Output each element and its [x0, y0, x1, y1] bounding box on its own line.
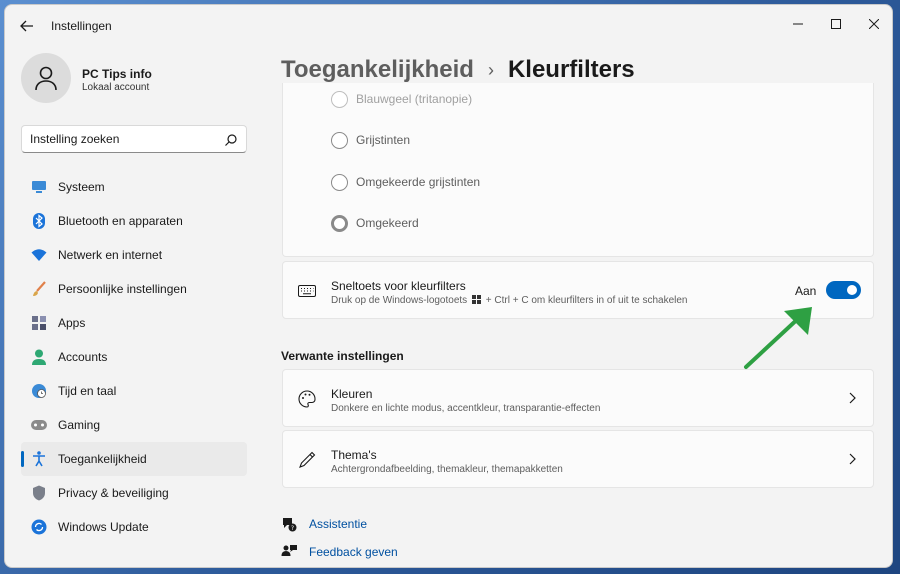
- minimize-icon: [793, 23, 803, 25]
- back-arrow-icon: [20, 20, 33, 32]
- related-item-title: Kleuren: [331, 387, 373, 401]
- close-button[interactable]: [857, 11, 891, 37]
- chevron-right-icon: [849, 453, 856, 465]
- related-item-title: Thema's: [331, 448, 377, 462]
- sidebar-item-apps[interactable]: Apps: [21, 306, 247, 340]
- update-icon: [31, 519, 47, 535]
- help-chat-icon: ?: [281, 516, 297, 532]
- sidebar-item-toegankelijkheid[interactable]: Toegankelijkheid: [21, 442, 247, 476]
- help-link-label: Assistentie: [309, 517, 368, 531]
- back-button[interactable]: [17, 16, 37, 36]
- sidebar-item-label: Toegankelijkheid: [58, 452, 147, 466]
- maximize-icon: [831, 19, 841, 29]
- sidebar-item-accounts[interactable]: Accounts: [21, 340, 247, 374]
- color-filter-options-card: Blauwgeel (tritanopie) Grijstinten Omgek…: [282, 83, 874, 257]
- feedback-link[interactable]: Feedback geven: [281, 542, 398, 562]
- close-icon: [869, 19, 879, 29]
- pen-icon: [297, 450, 317, 470]
- feedback-link-label: Feedback geven: [309, 545, 398, 559]
- sidebar-nav: Systeem Bluetooth en apparaten Netwerk e…: [21, 170, 247, 544]
- sidebar-item-tijd[interactable]: Tijd en taal: [21, 374, 247, 408]
- sidebar-item-label: Accounts: [58, 350, 108, 364]
- radio-option-omgekeerd[interactable]: Omgekeerd: [331, 213, 419, 233]
- related-item-themas[interactable]: Thema's Achtergrondafbeelding, themakleu…: [282, 430, 874, 488]
- wifi-icon: [31, 247, 47, 263]
- keyboard-icon: [297, 281, 317, 301]
- sidebar-item-bluetooth[interactable]: Bluetooth en apparaten: [21, 204, 247, 238]
- shortcut-description: Druk op de Windows-logotoets + Ctrl + C …: [331, 295, 688, 306]
- shortcut-desc-part2: + Ctrl + C om kleurfilters in of uit te …: [485, 295, 688, 306]
- sidebar-item-label: Windows Update: [58, 520, 149, 534]
- profile-account-type: Lokaal account: [82, 82, 150, 93]
- sidebar-item-label: Gaming: [58, 418, 101, 432]
- search-box[interactable]: [21, 125, 247, 153]
- shield-icon: [31, 485, 47, 501]
- radio-label: Omgekeerde grijstinten: [356, 175, 481, 189]
- search-input[interactable]: [30, 132, 220, 146]
- maximize-button[interactable]: [819, 11, 853, 37]
- breadcrumb: Toegankelijkheid › Kleurfilters: [281, 53, 635, 87]
- radio-option-omgekeerde-grijstinten[interactable]: Omgekeerde grijstinten: [331, 172, 480, 192]
- sidebar-item-privacy[interactable]: Privacy & beveiliging: [21, 476, 247, 510]
- app-title: Instellingen: [51, 19, 112, 33]
- brush-icon: [31, 281, 47, 297]
- radio-option-grijstinten[interactable]: Grijstinten: [331, 130, 410, 150]
- radio-label: Blauwgeel (tritanopie): [356, 92, 473, 106]
- radio-option-tritanopia[interactable]: Blauwgeel (tritanopie): [331, 89, 472, 109]
- globe-clock-icon: [31, 383, 47, 399]
- person-icon: [31, 349, 47, 365]
- toggle-state-label: Aan: [795, 284, 817, 298]
- shortcut-toggle[interactable]: [826, 281, 861, 299]
- sidebar-item-gaming[interactable]: Gaming: [21, 408, 247, 442]
- settings-window: Instellingen PC Tips info Lokaal account: [4, 4, 893, 568]
- sidebar-item-netwerk[interactable]: Netwerk en internet: [21, 238, 247, 272]
- sidebar-item-label: Bluetooth en apparaten: [58, 214, 183, 228]
- breadcrumb-parent[interactable]: Toegankelijkheid: [281, 56, 474, 84]
- monitor-icon: [31, 179, 47, 195]
- sidebar-item-windows-update[interactable]: Windows Update: [21, 510, 247, 544]
- windows-logo-icon: [471, 295, 481, 304]
- page-title: Kleurfilters: [507, 56, 635, 83]
- radio-button[interactable]: [331, 131, 348, 149]
- bluetooth-icon: [31, 213, 47, 229]
- minimize-button[interactable]: [781, 11, 815, 37]
- related-item-description: Donkere en lichte modus, accentkleur, tr…: [331, 403, 601, 414]
- user-icon: [35, 66, 57, 91]
- palette-icon: [297, 389, 317, 409]
- help-link[interactable]: ? Assistentie: [281, 514, 367, 534]
- sidebar-item-label: Tijd en taal: [58, 384, 117, 398]
- radio-button[interactable]: [331, 90, 348, 108]
- sidebar-item-persoonlijk[interactable]: Persoonlijke instellingen: [21, 272, 247, 306]
- avatar[interactable]: [21, 53, 71, 103]
- sidebar-item-label: Systeem: [58, 180, 105, 194]
- gamepad-icon: [31, 417, 47, 433]
- radio-label: Omgekeerd: [356, 216, 419, 230]
- related-item-description: Achtergrondafbeelding, themakleur, thema…: [331, 464, 563, 475]
- sidebar-item-label: Privacy & beveiliging: [58, 486, 169, 500]
- chevron-right-icon: [849, 392, 856, 404]
- search-icon[interactable]: [224, 133, 238, 147]
- related-settings-heading: Verwante instellingen: [281, 349, 404, 363]
- radio-button-selected[interactable]: [331, 214, 348, 232]
- radio-button[interactable]: [331, 173, 348, 191]
- radio-label: Grijstinten: [356, 133, 411, 147]
- sidebar-item-systeem[interactable]: Systeem: [21, 170, 247, 204]
- title-bar: Instellingen: [5, 5, 892, 45]
- toggle-knob: [847, 285, 857, 295]
- annotation-arrow-icon: [744, 307, 812, 369]
- apps-icon: [31, 315, 47, 331]
- sidebar-item-label: Netwerk en internet: [58, 248, 163, 262]
- breadcrumb-separator: ›: [487, 59, 494, 80]
- profile-name: PC Tips info: [82, 67, 152, 81]
- shortcut-title: Sneltoets voor kleurfilters: [331, 279, 466, 293]
- sidebar-item-label: Persoonlijke instellingen: [58, 282, 187, 296]
- feedback-icon: [281, 544, 297, 560]
- accessibility-icon: [31, 451, 47, 467]
- shortcut-desc-part1: Druk op de Windows-logotoets: [331, 295, 468, 306]
- sidebar-item-label: Apps: [58, 316, 86, 330]
- svg-text:?: ?: [291, 525, 294, 532]
